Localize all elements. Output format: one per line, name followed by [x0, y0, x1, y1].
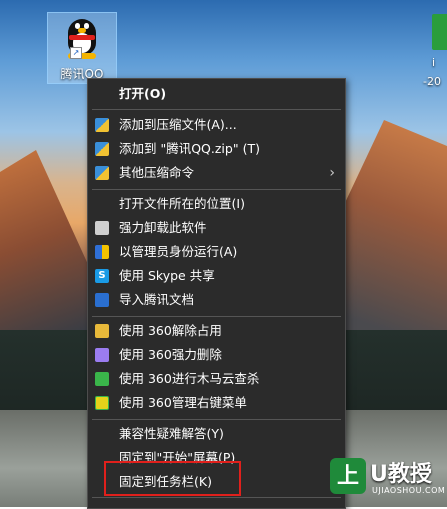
- annotation-highlight-box: [104, 461, 241, 496]
- green-app-icon: [432, 14, 447, 50]
- archive-icon: [95, 118, 109, 132]
- menu-separator: [92, 419, 341, 420]
- menu-item-add-to-zip[interactable]: 添加到 "腾讯QQ.zip" (T): [88, 137, 345, 161]
- menu-item-force-uninstall[interactable]: 强力卸载此软件: [88, 216, 345, 240]
- desktop-icon-partial[interactable]: i -20: [423, 14, 447, 94]
- menu-item-other-compress[interactable]: 其他压缩命令 ›: [88, 161, 345, 185]
- desktop-icon-partial-label: i: [432, 56, 436, 69]
- menu-item-compatibility-troubleshoot[interactable]: 兼容性疑难解答(Y): [88, 422, 345, 446]
- desktop-icon-partial-sublabel: -20: [423, 75, 441, 88]
- menu-item-label: 添加到压缩文件(A)...: [119, 117, 237, 132]
- menu-item-open[interactable]: 打开(O): [88, 82, 345, 106]
- menu-separator: [92, 497, 341, 498]
- menu-item-label: 强力卸载此软件: [119, 220, 207, 235]
- menu-item-label: 使用 360管理右键菜单: [119, 395, 247, 410]
- menu-item-import-tencent-docs[interactable]: 导入腾讯文档: [88, 288, 345, 312]
- menu-item-label: 使用 Skype 共享: [119, 268, 215, 283]
- 360-menu-icon: [95, 396, 109, 410]
- watermark-brand: U教授: [370, 462, 432, 487]
- menu-item-label: 添加到 "腾讯QQ.zip" (T): [119, 141, 260, 156]
- watermark-logo-icon: 上: [330, 458, 366, 494]
- menu-item-360-force-delete[interactable]: 使用 360强力删除: [88, 343, 345, 367]
- menu-item-360-manage-menu[interactable]: 使用 360管理右键菜单: [88, 391, 345, 415]
- context-menu: 打开(O) 添加到压缩文件(A)... 添加到 "腾讯QQ.zip" (T) 其…: [87, 78, 346, 509]
- import-icon: [95, 293, 109, 307]
- archive-icon: [95, 142, 109, 156]
- menu-item-label: 其他压缩命令: [119, 165, 195, 180]
- menu-separator: [92, 109, 341, 110]
- chevron-right-icon: ›: [329, 165, 335, 181]
- menu-item-360-trojan-scan[interactable]: 使用 360进行木马云查杀: [88, 367, 345, 391]
- delete-icon: [95, 348, 109, 362]
- menu-item-360-unlock[interactable]: 使用 360解除占用: [88, 319, 345, 343]
- menu-separator: [92, 316, 341, 317]
- menu-item-label: 打开(O): [119, 86, 167, 101]
- menu-item-skype-share[interactable]: S 使用 Skype 共享: [88, 264, 345, 288]
- qq-penguin-icon: ↗: [60, 17, 104, 61]
- watermark-domain: UJIAOSHOU.COM: [372, 486, 446, 495]
- menu-item-label: 使用 360解除占用: [119, 323, 222, 338]
- trash-icon: [95, 221, 109, 235]
- menu-item-label: 使用 360进行木马云查杀: [119, 371, 260, 386]
- watermark: 上 U教授 UJIAOSHOU.COM: [330, 456, 447, 507]
- menu-separator: [92, 189, 341, 190]
- archive-icon: [95, 166, 109, 180]
- menu-item-add-to-archive[interactable]: 添加到压缩文件(A)...: [88, 113, 345, 137]
- menu-item-label: 使用 360强力删除: [119, 347, 222, 362]
- 360-icon: [95, 372, 109, 386]
- menu-item-run-as-admin[interactable]: 以管理员身份运行(A): [88, 240, 345, 264]
- menu-item-label: 以管理员身份运行(A): [119, 244, 238, 259]
- skype-icon: S: [95, 269, 109, 283]
- unlock-icon: [95, 324, 109, 338]
- menu-item-label: 导入腾讯文档: [119, 292, 195, 307]
- menu-item-open-file-location[interactable]: 打开文件所在的位置(I): [88, 192, 345, 216]
- menu-item-label: 兼容性疑难解答(Y): [119, 426, 224, 441]
- shield-icon: [95, 245, 109, 259]
- shortcut-arrow-icon: ↗: [70, 47, 82, 59]
- menu-item-label: 打开文件所在的位置(I): [119, 196, 245, 211]
- desktop-icon-qq[interactable]: ↗ 腾讯QQ: [47, 12, 117, 84]
